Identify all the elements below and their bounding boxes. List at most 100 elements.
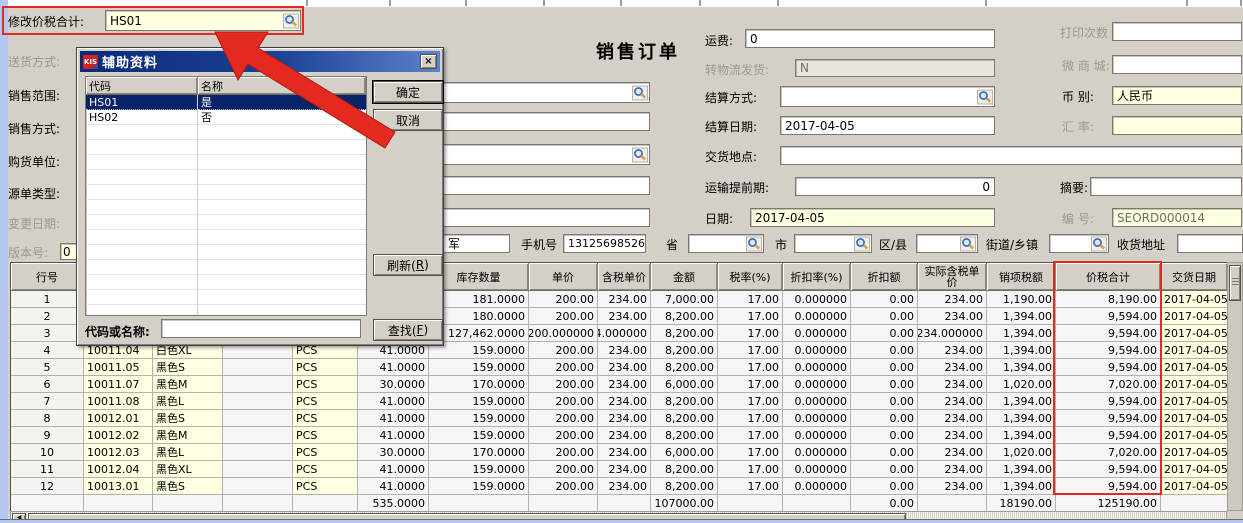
- grid-cell[interactable]: 0.000000: [783, 478, 851, 495]
- grid-cell[interactable]: 234.00: [598, 478, 651, 495]
- grid-cell[interactable]: 6,000.00: [651, 376, 718, 393]
- grid-cell[interactable]: PCS: [293, 376, 358, 393]
- grid-cell[interactable]: PCS: [293, 444, 358, 461]
- grid-cell[interactable]: 0.00: [851, 393, 918, 410]
- grid-cell[interactable]: 234.000000: [918, 325, 987, 342]
- grid-cell[interactable]: [223, 393, 293, 410]
- grid-cell[interactable]: 41.0000: [358, 478, 429, 495]
- grid-cell[interactable]: 234.00: [598, 444, 651, 461]
- grid-cell[interactable]: PCS: [293, 393, 358, 410]
- grid-cell[interactable]: 234.00: [918, 376, 987, 393]
- grid-cell[interactable]: 10012.03: [84, 444, 153, 461]
- magnifier-icon[interactable]: [632, 85, 648, 100]
- grid-cell[interactable]: 234.00: [918, 444, 987, 461]
- grid-cell[interactable]: [223, 444, 293, 461]
- magnifier-icon[interactable]: [960, 236, 976, 251]
- grid-cell[interactable]: 234.00: [598, 427, 651, 444]
- grid-cell[interactable]: 8,200.00: [651, 308, 718, 325]
- grid-cell[interactable]: 2017-04-05: [1161, 342, 1228, 359]
- grid-cell[interactable]: 7,020.00: [1056, 376, 1161, 393]
- grid-cell[interactable]: 0.00: [851, 478, 918, 495]
- grid-cell[interactable]: 8,200.00: [651, 342, 718, 359]
- grid-cell[interactable]: 2017-04-05: [1161, 478, 1228, 495]
- grid-cell[interactable]: 17.00: [718, 308, 783, 325]
- grid-cell[interactable]: 7,000.00: [651, 291, 718, 308]
- grid-cell[interactable]: 41.0000: [358, 427, 429, 444]
- grid-cell[interactable]: PCS: [293, 427, 358, 444]
- grid-cell[interactable]: 234.00: [918, 410, 987, 427]
- phone-input[interactable]: 13125698526: [563, 234, 646, 253]
- grid-cell[interactable]: 9: [11, 427, 84, 444]
- grid-cell[interactable]: 2017-04-05: [1161, 461, 1228, 478]
- modify-total-input[interactable]: HS01: [105, 10, 301, 31]
- grid-cell[interactable]: 2017-04-05: [1161, 393, 1228, 410]
- grid-cell[interactable]: 2017-04-05: [1161, 410, 1228, 427]
- grid-cell[interactable]: 0.00: [851, 325, 918, 342]
- grid-cell[interactable]: 0.00: [851, 444, 918, 461]
- grid-cell[interactable]: [223, 410, 293, 427]
- code-or-name-input[interactable]: [161, 319, 361, 338]
- auxiliary-list[interactable]: 代码名称HS01是HS02否: [85, 76, 367, 316]
- grid-cell[interactable]: 1,020.00: [987, 376, 1056, 393]
- grid-cell[interactable]: 8,200.00: [651, 427, 718, 444]
- exchange-rate-input[interactable]: [1112, 116, 1242, 135]
- grid-cell[interactable]: 234.00: [598, 291, 651, 308]
- grid-cell[interactable]: 1,190.00: [987, 291, 1056, 308]
- grid-cell[interactable]: 234.00: [918, 478, 987, 495]
- grid-cell[interactable]: 0.000000: [783, 461, 851, 478]
- grid-cell[interactable]: 0.000000: [783, 291, 851, 308]
- grid-cell[interactable]: 1,394.00: [987, 359, 1056, 376]
- grid-cell[interactable]: 10012.02: [84, 427, 153, 444]
- grid-cell[interactable]: 9,594.00: [1056, 461, 1161, 478]
- grid-cell[interactable]: 0.000000: [783, 308, 851, 325]
- grid-cell[interactable]: 170.0000: [429, 376, 529, 393]
- grid-cell[interactable]: 1,394.00: [987, 427, 1056, 444]
- grid-cell[interactable]: 10012.01: [84, 410, 153, 427]
- grid-cell[interactable]: 黑色M: [153, 376, 223, 393]
- grid-cell[interactable]: 200.00: [529, 444, 598, 461]
- grid-cell[interactable]: 8,200.00: [651, 359, 718, 376]
- grid-cell[interactable]: 10011.05: [84, 359, 153, 376]
- grid-cell[interactable]: 234.00: [598, 376, 651, 393]
- grid-cell[interactable]: 159.0000: [429, 478, 529, 495]
- find-button[interactable]: 查找(F): [373, 319, 443, 341]
- grid-cell[interactable]: 黑色S: [153, 478, 223, 495]
- delivery-place-input[interactable]: [780, 146, 1242, 165]
- currency-input[interactable]: 人民币: [1112, 86, 1242, 105]
- dialog-titlebar[interactable]: KIS 辅助资料 ×: [80, 51, 440, 72]
- magnifier-icon[interactable]: [1091, 236, 1107, 251]
- grid-cell[interactable]: 0.000000: [783, 376, 851, 393]
- grid-cell[interactable]: 0.000000: [783, 427, 851, 444]
- grid-cell[interactable]: 17.00: [718, 444, 783, 461]
- grid-cell[interactable]: 234.00: [598, 393, 651, 410]
- grid-cell[interactable]: 9,594.00: [1056, 342, 1161, 359]
- grid-cell[interactable]: PCS: [293, 410, 358, 427]
- grid-cell[interactable]: 黑色L: [153, 444, 223, 461]
- grid-cell[interactable]: 9,594.00: [1056, 427, 1161, 444]
- grid-cell[interactable]: 8,200.00: [651, 461, 718, 478]
- grid-cell[interactable]: 6: [11, 376, 84, 393]
- grid-cell[interactable]: 17.00: [718, 291, 783, 308]
- grid-cell[interactable]: 1,394.00: [987, 478, 1056, 495]
- grid-cell[interactable]: 17.00: [718, 410, 783, 427]
- grid-cell[interactable]: 10011.08: [84, 393, 153, 410]
- grid-cell[interactable]: 黑色M: [153, 427, 223, 444]
- grid-cell[interactable]: 234.00: [918, 342, 987, 359]
- grid-cell[interactable]: 181.0000: [429, 291, 529, 308]
- grid-cell[interactable]: 17.00: [718, 478, 783, 495]
- grid-cell[interactable]: 159.0000: [429, 410, 529, 427]
- grid-cell[interactable]: 200.00: [529, 342, 598, 359]
- grid-cell[interactable]: 234.00: [598, 342, 651, 359]
- vertical-scrollbar[interactable]: [1227, 262, 1243, 511]
- grid-cell[interactable]: 200.00: [529, 359, 598, 376]
- grid-cell[interactable]: 9,594.00: [1056, 393, 1161, 410]
- grid-cell[interactable]: 17.00: [718, 342, 783, 359]
- grid-cell[interactable]: 17.00: [718, 427, 783, 444]
- grid-cell[interactable]: 41.0000: [358, 410, 429, 427]
- grid-cell[interactable]: 10012.04: [84, 461, 153, 478]
- grid-cell[interactable]: 17.00: [718, 359, 783, 376]
- logistics-input[interactable]: N: [795, 59, 995, 77]
- grid-cell[interactable]: 0.00: [851, 376, 918, 393]
- grid-cell[interactable]: 黑色S: [153, 410, 223, 427]
- grid-cell[interactable]: 200.00: [529, 427, 598, 444]
